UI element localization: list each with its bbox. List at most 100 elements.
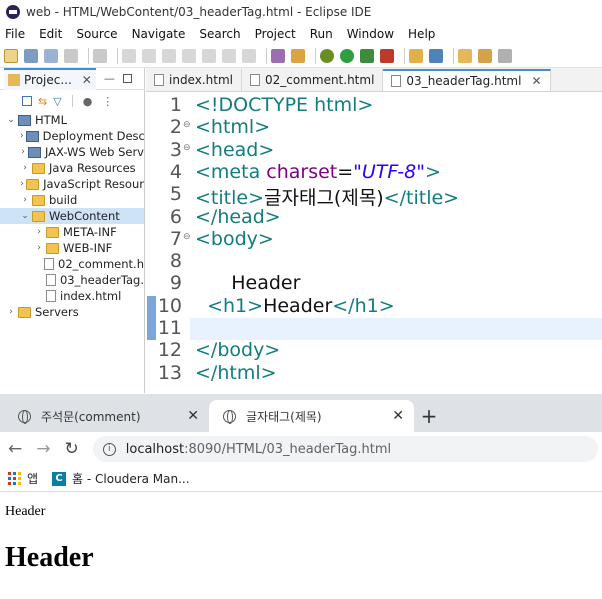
- toolbar-separator: [88, 47, 89, 64]
- tree-item-label: build: [49, 193, 78, 207]
- view-menu-icon[interactable]: ⋮: [102, 95, 113, 108]
- maximize-icon[interactable]: [122, 74, 132, 83]
- resume-icon[interactable]: [122, 48, 136, 63]
- suspend-icon[interactable]: [142, 48, 156, 63]
- back-arrow-icon[interactable]: ←: [8, 439, 22, 459]
- tree-item[interactable]: › WEB-INF: [0, 240, 144, 256]
- open-type-icon[interactable]: [458, 48, 472, 63]
- expand-toggle-icon[interactable]: ⌄: [6, 115, 16, 125]
- step-return-icon[interactable]: [242, 48, 256, 63]
- window-title: web - HTML/WebContent/03_headerTag.html …: [26, 5, 372, 19]
- tree-item[interactable]: › JAX-WS Web Serv: [0, 144, 144, 160]
- expand-toggle-icon[interactable]: ›: [20, 131, 24, 141]
- step-over-icon[interactable]: [222, 48, 236, 63]
- tree-item[interactable]: › build: [0, 192, 144, 208]
- forward-arrow-icon[interactable]: →: [36, 439, 50, 459]
- link-with-editor-icon[interactable]: ⇆: [38, 95, 47, 108]
- address-bar[interactable]: i localhost:8090/HTML/03_headerTag.html: [92, 436, 598, 462]
- menu-file[interactable]: File: [5, 27, 25, 41]
- expand-toggle-icon[interactable]: ›: [20, 195, 30, 205]
- coverage-icon[interactable]: [360, 48, 374, 63]
- info-icon[interactable]: i: [102, 442, 116, 456]
- run-icon[interactable]: [340, 48, 354, 63]
- explorer-toolbar: ⇆ ▽ ● ⋮: [0, 90, 144, 112]
- browser-tab[interactable]: 글자태그(제목) ✕: [209, 400, 414, 432]
- expand-toggle-icon[interactable]: ›: [34, 227, 44, 237]
- explorer-icon: [8, 73, 20, 86]
- editor-tab[interactable]: 02_comment.html: [242, 69, 384, 91]
- page-plain-text: Header: [5, 504, 46, 519]
- tree-item[interactable]: 02_comment.h: [0, 256, 144, 272]
- tree-item[interactable]: ⌄ WebContent: [0, 208, 144, 224]
- menu-edit[interactable]: Edit: [39, 27, 62, 41]
- profile-icon[interactable]: [380, 48, 394, 63]
- code-editor[interactable]: 1 2 ⊖ 3 ⊖ 4 5 6 7 ⊖ 8 9 10 11 12 13 <!DOCTYPE html> <htm…: [146, 92, 602, 393]
- search-icon[interactable]: [498, 48, 512, 63]
- line-number: 8: [169, 250, 182, 273]
- menu-project[interactable]: Project: [255, 27, 296, 41]
- step-into-icon[interactable]: [202, 48, 216, 63]
- close-icon[interactable]: ✕: [187, 408, 199, 424]
- fold-icon[interactable]: ⊖: [183, 232, 191, 242]
- code-line: Header: [195, 272, 300, 294]
- toolbar-separator: [315, 47, 316, 64]
- code-line: <html>: [195, 116, 270, 138]
- terminal-icon[interactable]: [291, 48, 305, 63]
- menu-run[interactable]: Run: [310, 27, 333, 41]
- code-token: </html>: [195, 361, 277, 384]
- terminate-icon[interactable]: [162, 48, 176, 63]
- tab-project-explorer[interactable]: Projec... ✕: [4, 67, 96, 90]
- tree-item[interactable]: 03_headerTag.: [0, 272, 144, 288]
- close-icon[interactable]: ✕: [531, 74, 541, 88]
- expand-toggle-icon[interactable]: ⌄: [20, 211, 30, 221]
- menu-window[interactable]: Window: [347, 27, 394, 41]
- tree-item[interactable]: › Java Resources: [0, 160, 144, 176]
- expand-toggle-icon[interactable]: ›: [34, 243, 44, 253]
- new-icon[interactable]: [4, 48, 18, 63]
- tree-item[interactable]: › JavaScript Resour: [0, 176, 144, 192]
- html-file-icon: [249, 74, 260, 86]
- print-icon[interactable]: [64, 48, 78, 63]
- new-project-icon[interactable]: [409, 48, 423, 63]
- expand-toggle-icon[interactable]: ›: [20, 163, 30, 173]
- skip-breakpoints-icon[interactable]: [93, 48, 107, 63]
- menu-help[interactable]: Help: [408, 27, 435, 41]
- bookmark-apps[interactable]: 앱: [27, 470, 38, 487]
- disconnect-icon[interactable]: [182, 48, 196, 63]
- debug-icon[interactable]: [320, 48, 334, 63]
- editor-tab[interactable]: 03_headerTag.html ✕: [383, 69, 551, 91]
- save-all-icon[interactable]: [44, 48, 58, 63]
- fold-icon[interactable]: ⊖: [183, 143, 191, 153]
- expand-toggle-icon[interactable]: ›: [20, 147, 26, 157]
- expand-toggle-icon[interactable]: ›: [6, 307, 16, 317]
- reload-icon[interactable]: ↻: [65, 439, 79, 459]
- filter-icon[interactable]: ▽: [53, 95, 61, 108]
- open-task-icon[interactable]: [478, 48, 492, 63]
- apps-icon[interactable]: [8, 472, 21, 485]
- tree-item[interactable]: › Deployment Desc: [0, 128, 144, 144]
- tree-item[interactable]: › META-INF: [0, 224, 144, 240]
- focus-icon[interactable]: ●: [83, 95, 93, 108]
- tree-item[interactable]: › Servers: [0, 304, 144, 320]
- page-heading: Header: [5, 542, 94, 573]
- expand-toggle-icon[interactable]: ›: [20, 179, 24, 189]
- editor-tab[interactable]: index.html: [146, 69, 242, 91]
- save-icon[interactable]: [24, 48, 38, 63]
- close-icon[interactable]: ✕: [82, 73, 92, 87]
- browser-tab[interactable]: 주석문(comment) ✕: [4, 400, 209, 432]
- close-icon[interactable]: ✕: [392, 408, 404, 424]
- new-tab-button[interactable]: +: [414, 400, 444, 432]
- menu-search[interactable]: Search: [199, 27, 240, 41]
- tree-item[interactable]: index.html: [0, 288, 144, 304]
- explorer-tab-label: Projec...: [24, 72, 72, 87]
- fold-icon[interactable]: ⊖: [183, 120, 191, 130]
- new-server-icon[interactable]: [429, 48, 443, 63]
- menu-navigate[interactable]: Navigate: [132, 27, 186, 41]
- tree-item[interactable]: ⌄ HTML: [0, 112, 144, 128]
- external-tools-icon[interactable]: [271, 48, 285, 63]
- menu-source[interactable]: Source: [76, 27, 117, 41]
- bookmark-cloudera[interactable]: 홈 - Cloudera Man...: [72, 470, 190, 487]
- toolbar-separator: [404, 47, 405, 64]
- minimize-icon[interactable]: —: [104, 72, 115, 85]
- collapse-all-icon[interactable]: [22, 96, 32, 106]
